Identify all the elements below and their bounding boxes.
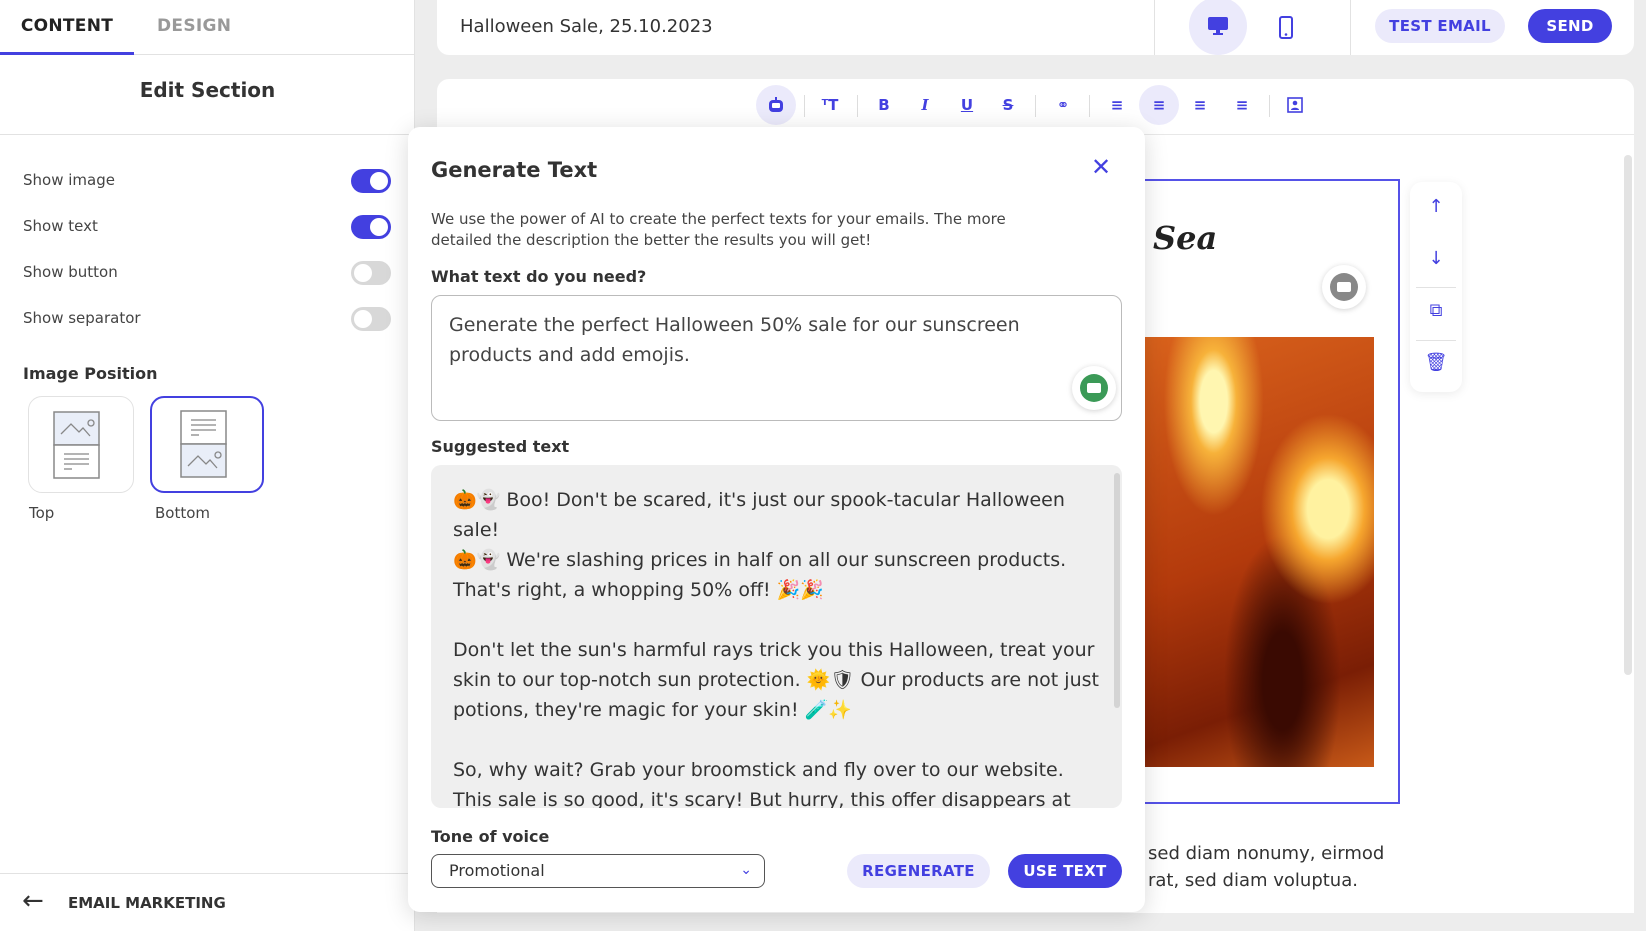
image-position-bottom-label: Bottom [155, 504, 211, 522]
chevron-down-icon: ⌄ [740, 862, 752, 878]
tone-value: Promotional [449, 861, 545, 880]
toggle-label: Show button [23, 263, 118, 281]
show-text-toggle[interactable] [351, 215, 391, 239]
align-center-icon[interactable]: ≡ [1139, 85, 1179, 125]
italic-icon[interactable]: I [905, 85, 945, 125]
divider [1035, 95, 1036, 117]
ai-robot-button[interactable] [756, 85, 796, 125]
font-size-icon[interactable]: ᵀT [810, 85, 850, 125]
divider [1350, 0, 1351, 55]
underline-icon[interactable]: U [947, 85, 987, 125]
robot-icon [1080, 374, 1108, 402]
dialog-title: Generate Text [431, 158, 598, 182]
tab-design[interactable]: DESIGN [157, 0, 231, 55]
tone-label: Tone of voice [431, 827, 550, 846]
strikethrough-icon[interactable]: S [988, 85, 1028, 125]
tab-content[interactable]: CONTENT [0, 0, 134, 55]
image-bottom-layout-icon [180, 410, 227, 478]
use-text-button[interactable]: USE TEXT [1008, 854, 1122, 888]
show-image-toggle[interactable] [351, 169, 391, 193]
mobile-view-button[interactable] [1272, 14, 1300, 42]
show-button-toggle[interactable] [351, 261, 391, 285]
link-icon[interactable]: ⚭ [1043, 85, 1083, 125]
desktop-icon [1208, 17, 1228, 35]
preview-body-line: rat, sed diam voluptua. [1148, 870, 1358, 891]
email-title[interactable]: Halloween Sale, 25.10.2023 [460, 16, 713, 37]
pumpkin-image [1145, 337, 1374, 767]
section-actions: ↑ ↓ ⧉ 🗑 [1410, 182, 1462, 392]
robot-icon [769, 97, 783, 112]
divider [857, 95, 858, 117]
duplicate-icon[interactable]: ⧉ [1410, 300, 1462, 321]
show-separator-toggle[interactable] [351, 307, 391, 331]
show-image-row: Show image [23, 165, 391, 195]
close-icon[interactable]: ✕ [1091, 153, 1111, 181]
test-email-button[interactable]: TEST EMAIL [1375, 9, 1505, 43]
personalize-icon[interactable] [1275, 85, 1315, 125]
image-position-top[interactable] [28, 396, 134, 493]
image-position-top-label: Top [29, 504, 55, 522]
divider [1089, 95, 1090, 117]
regenerate-button[interactable]: REGENERATE [847, 854, 990, 888]
back-label[interactable]: EMAIL MARKETING [68, 894, 226, 912]
ai-text-button[interactable] [1322, 265, 1366, 309]
image-top-layout-icon [53, 411, 100, 479]
tone-select[interactable]: Promotional ⌄ [431, 854, 765, 888]
back-bar[interactable]: ← EMAIL MARKETING [0, 873, 415, 931]
show-separator-row: Show separator [23, 303, 391, 333]
divider [1154, 0, 1155, 55]
mobile-icon [1279, 16, 1293, 39]
image-position-bottom[interactable] [150, 396, 264, 493]
suggested-label: Suggested text [431, 437, 570, 456]
align-right-icon[interactable]: ≡ [1180, 85, 1220, 125]
show-button-row: Show button [23, 257, 391, 287]
generate-text-dialog: Generate Text ✕ We use the power of AI t… [408, 127, 1145, 912]
suggested-text: 🎃👻 Boo! Don't be scared, it's just our s… [453, 489, 1099, 808]
align-left-icon[interactable]: ≡ [1097, 85, 1137, 125]
left-panel: CONTENT DESIGN Edit Section Show image S… [0, 0, 415, 931]
send-button[interactable]: SEND [1528, 9, 1612, 43]
top-header: Halloween Sale, 25.10.2023 TEST EMAIL SE… [437, 0, 1634, 55]
divider [804, 95, 805, 117]
toggle-label: Show separator [23, 309, 141, 327]
prompt-textarea[interactable]: Generate the perfect Halloween 50% sale … [431, 295, 1122, 421]
suggested-text-box[interactable]: 🎃👻 Boo! Don't be scared, it's just our s… [431, 465, 1122, 808]
canvas-scrollbar[interactable] [1624, 155, 1632, 675]
desktop-view-button[interactable] [1189, 0, 1247, 55]
robot-icon [1330, 273, 1358, 301]
divider [1269, 95, 1270, 117]
show-text-row: Show text [23, 211, 391, 241]
toggle-label: Show image [23, 171, 115, 189]
bold-icon[interactable]: B [864, 85, 904, 125]
prompt-label: What text do you need? [431, 267, 647, 286]
move-down-icon[interactable]: ↓ [1410, 248, 1462, 269]
arrow-left-icon[interactable]: ← [22, 886, 44, 916]
section-title: Edit Section [139, 78, 276, 102]
toggle-label: Show text [23, 217, 98, 235]
move-up-icon[interactable]: ↑ [1410, 196, 1462, 217]
suggested-scrollbar[interactable] [1114, 473, 1120, 708]
preview-heading: Sea [1153, 219, 1218, 257]
dialog-description: We use the power of AI to create the per… [431, 210, 1006, 249]
image-position-label: Image Position [23, 364, 158, 383]
ai-generate-button[interactable] [1072, 366, 1116, 410]
panel-tabs: CONTENT DESIGN [0, 0, 415, 55]
preview-body-line: sed diam nonumy, eirmod [1148, 843, 1385, 864]
align-justify-icon[interactable]: ≡ [1222, 85, 1262, 125]
prompt-value: Generate the perfect Halloween 50% sale … [449, 314, 1020, 366]
divider [0, 134, 415, 135]
divider [1416, 340, 1456, 341]
divider [1416, 287, 1456, 288]
delete-icon[interactable]: 🗑 [1410, 352, 1462, 373]
